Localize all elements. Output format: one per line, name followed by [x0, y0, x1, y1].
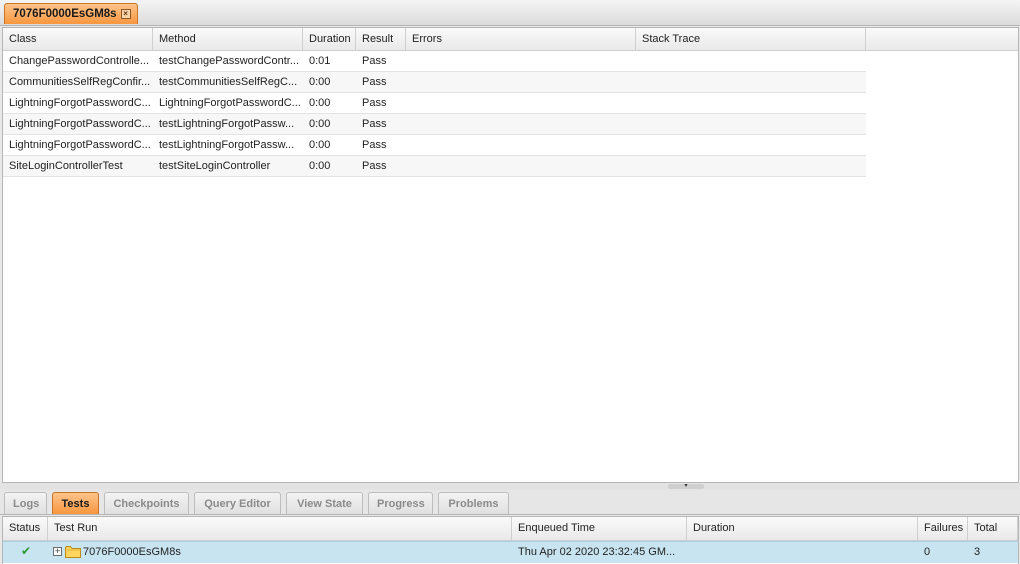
panel-splitter[interactable]	[0, 483, 1020, 490]
stack-trace-cell	[636, 135, 866, 155]
checkmark-icon: ✔	[21, 544, 32, 558]
bottom-tab-bar: Logs Tests Checkpoints Query Editor View…	[0, 490, 1020, 515]
test-runs-header: Status Test Run Enqueued Time Duration F…	[3, 517, 1018, 541]
column-header-result[interactable]: Result	[356, 28, 406, 50]
table-row[interactable]: LightningForgotPasswordC... testLightnin…	[3, 135, 866, 156]
method-cell: testLightningForgotPassw...	[159, 118, 295, 130]
test-run-name: 7076F0000EsGM8s	[83, 546, 181, 558]
class-cell: SiteLoginControllerTest	[9, 160, 123, 172]
stack-trace-cell	[636, 51, 866, 71]
errors-cell	[406, 114, 636, 134]
test-results-grid: Class Method Duration Result Errors Stac…	[2, 27, 1019, 483]
column-header-test-run[interactable]: Test Run	[48, 517, 512, 540]
tab-view-state[interactable]: View State	[286, 492, 363, 514]
result-cell: Pass	[362, 118, 387, 130]
errors-cell	[406, 51, 636, 71]
column-header-stack-trace[interactable]: Stack Trace	[636, 28, 866, 50]
stack-trace-cell	[636, 93, 866, 113]
duration-cell: 0:00	[309, 139, 331, 151]
collapse-arrow-icon[interactable]: ▾	[668, 483, 704, 489]
duration-cell	[687, 542, 918, 562]
test-run-row[interactable]: ✔ + 7076F0000EsGM8s Thu Apr 02 2020 23:3…	[3, 541, 1018, 563]
column-header-total[interactable]: Total	[968, 517, 1018, 540]
result-cell: Pass	[362, 76, 387, 88]
editor-tab-bar: 7076F0000EsGM8s ×	[0, 0, 1020, 26]
test-runs-table: Status Test Run Enqueued Time Duration F…	[2, 516, 1019, 564]
tab-query-editor[interactable]: Query Editor	[194, 492, 281, 514]
class-cell: LightningForgotPasswordC...	[9, 139, 151, 151]
result-cell: Pass	[362, 160, 387, 172]
column-header-duration[interactable]: Duration	[687, 517, 918, 540]
tab-problems[interactable]: Problems	[438, 492, 509, 514]
column-header-method[interactable]: Method	[153, 28, 303, 50]
result-cell: Pass	[362, 97, 387, 109]
table-row[interactable]: CommunitiesSelfRegConfir... testCommunit…	[3, 72, 866, 93]
tab-checkpoints[interactable]: Checkpoints	[104, 492, 189, 514]
column-header-class[interactable]: Class	[3, 28, 153, 50]
column-header-enqueued-time[interactable]: Enqueued Time	[512, 517, 687, 540]
duration-cell: 0:00	[309, 76, 331, 88]
table-row[interactable]: ChangePasswordControlle... testChangePas…	[3, 51, 866, 72]
tab-tests[interactable]: Tests	[52, 492, 99, 514]
column-header-errors[interactable]: Errors	[406, 28, 636, 50]
tab-progress[interactable]: Progress	[368, 492, 433, 514]
duration-cell: 0:01	[309, 55, 331, 67]
close-icon[interactable]: ×	[120, 9, 131, 19]
table-row[interactable]: LightningForgotPasswordC... testLightnin…	[3, 114, 866, 135]
column-header-status[interactable]: Status	[3, 517, 48, 540]
method-cell: testLightningForgotPassw...	[159, 139, 295, 151]
class-cell: LightningForgotPasswordC...	[9, 97, 151, 109]
expand-icon[interactable]: +	[53, 547, 62, 556]
method-cell: LightningForgotPasswordC...	[159, 97, 301, 109]
column-header-duration[interactable]: Duration	[303, 28, 356, 50]
duration-cell: 0:00	[309, 97, 331, 109]
result-cell: Pass	[362, 139, 387, 151]
errors-cell	[406, 156, 636, 176]
stack-trace-cell	[636, 114, 866, 134]
duration-cell: 0:00	[309, 118, 331, 130]
method-cell: testChangePasswordContr...	[159, 55, 300, 67]
tab-label: 7076F0000EsGM8s	[13, 8, 117, 20]
tab-logs[interactable]: Logs	[4, 492, 47, 514]
enqueued-time-cell: Thu Apr 02 2020 23:32:45 GM...	[518, 546, 676, 558]
method-cell: testCommunitiesSelfRegC...	[159, 76, 298, 88]
tab-test-run-7076F0000EsGM8s[interactable]: 7076F0000EsGM8s ×	[4, 3, 138, 24]
stack-trace-cell	[636, 156, 866, 176]
failures-cell: 0	[924, 546, 931, 558]
class-cell: LightningForgotPasswordC...	[9, 118, 151, 130]
class-cell: CommunitiesSelfRegConfir...	[9, 76, 151, 88]
stack-trace-cell	[636, 72, 866, 92]
method-cell: testSiteLoginController	[159, 160, 271, 172]
total-cell: 3	[974, 546, 981, 558]
table-row[interactable]: SiteLoginControllerTest testSiteLoginCon…	[3, 156, 866, 177]
result-cell: Pass	[362, 55, 387, 67]
class-cell: ChangePasswordControlle...	[9, 55, 150, 67]
results-grid-header: Class Method Duration Result Errors Stac…	[3, 28, 1018, 51]
table-row[interactable]: LightningForgotPasswordC... LightningFor…	[3, 93, 866, 114]
column-header-failures[interactable]: Failures	[918, 517, 968, 540]
duration-cell: 0:00	[309, 160, 331, 172]
errors-cell	[406, 93, 636, 113]
errors-cell	[406, 72, 636, 92]
errors-cell	[406, 135, 636, 155]
